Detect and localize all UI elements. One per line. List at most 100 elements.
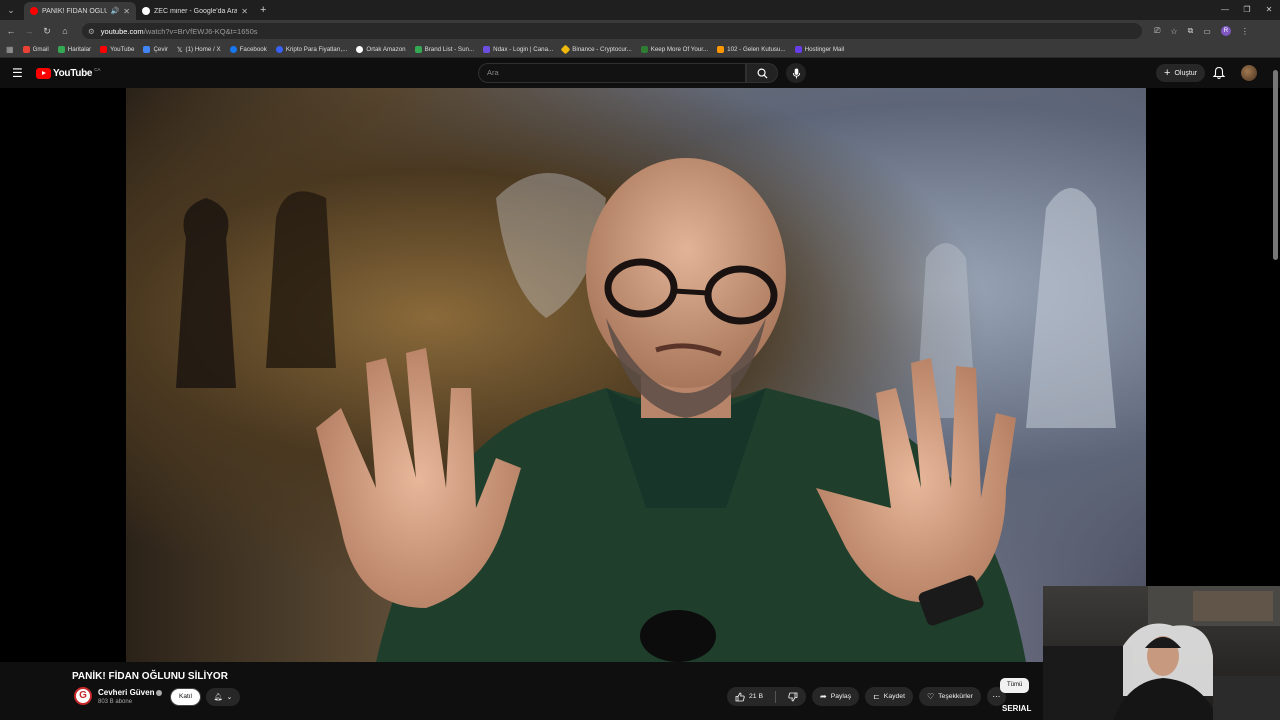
minimize-icon[interactable]: — xyxy=(1214,0,1236,20)
dislike-button[interactable] xyxy=(780,687,806,706)
maps-icon xyxy=(57,46,65,53)
bookmark-label: Çevir xyxy=(153,46,168,53)
hamburger-menu-icon[interactable]: ☰ xyxy=(12,66,26,80)
browser-toolbar: ← → ↻ ⌂ ⚙ youtube.com/watch?v=BrVfEWJ6-K… xyxy=(0,20,1280,42)
bookmark-label: (1) Home / X xyxy=(185,46,221,53)
plus-icon: + xyxy=(1164,67,1171,79)
site-info-icon[interactable]: ⚙ xyxy=(88,27,95,36)
create-button[interactable]: + Oluştur xyxy=(1156,64,1205,82)
bookmark-brand-list[interactable]: Brand List - Sun... xyxy=(414,46,474,53)
subscription-notifications-button[interactable]: 🔔︎ ⌄ xyxy=(206,688,240,706)
country-code: CA xyxy=(94,67,101,72)
forward-icon[interactable]: → xyxy=(20,26,38,36)
bookmark-hostinger[interactable]: Hostinger Mail xyxy=(794,46,844,53)
join-button[interactable]: Katıl xyxy=(170,688,202,706)
bookmark-translate[interactable]: Çevir xyxy=(143,46,168,53)
translate-icon xyxy=(143,46,151,53)
thumbs-down-icon xyxy=(788,692,798,701)
like-dislike-group: 21 B xyxy=(727,687,806,706)
back-icon[interactable]: ← xyxy=(2,26,20,36)
voice-search-button[interactable] xyxy=(786,63,806,83)
youtube-masthead: ☰ YouTube CA Ara + Oluştur xyxy=(0,58,1280,88)
bookmark-youtube[interactable]: YouTube xyxy=(100,46,134,53)
notifications-bell-icon[interactable] xyxy=(1212,66,1226,80)
home-icon[interactable]: ⌂ xyxy=(56,26,74,36)
close-tab-icon[interactable]: ✕ xyxy=(241,7,248,16)
address-bar[interactable]: ⚙ youtube.com/watch?v=BrVfEWJ6-KQ&t=1650… xyxy=(82,23,1142,39)
restore-icon[interactable]: ❐ xyxy=(1236,0,1258,20)
bookmark-ndax[interactable]: Ndax - Login | Cana... xyxy=(483,46,553,53)
video-content-image xyxy=(176,158,1116,662)
bookmark-facebook[interactable]: Facebook xyxy=(229,46,267,53)
bookmark-x[interactable]: 𝕏 (1) Home / X xyxy=(177,46,221,54)
next-video-title[interactable]: SERIAL xyxy=(1002,704,1031,713)
chip-all[interactable]: Tümü xyxy=(1000,678,1030,693)
bookmark-label: Haritalar xyxy=(67,46,92,53)
tab-search-button[interactable]: ⌄ xyxy=(2,1,20,19)
share-icon: ➦ xyxy=(819,692,827,701)
tab-youtube[interactable]: PANİK! FİDAN OĞLUNU Sİ... 🔊 ✕ xyxy=(24,2,136,20)
coinmarketcap-icon xyxy=(275,46,283,53)
mail-icon xyxy=(717,46,725,53)
browser-tab-strip: ⌄ PANİK! FİDAN OĞLUNU Sİ... 🔊 ✕ ZEC mine… xyxy=(0,0,1280,20)
gmail-icon xyxy=(22,46,30,53)
menu-icon[interactable]: ⋮ xyxy=(1241,27,1249,36)
bookmark-label: 102 - Gelen Kutusu... xyxy=(727,46,786,53)
like-button[interactable]: 21 B xyxy=(727,687,771,706)
tab-google[interactable]: ZEC miner - Google'da Ara ✕ xyxy=(136,2,254,20)
google-favicon-icon xyxy=(142,7,150,15)
globe-icon xyxy=(356,46,364,53)
save-label: Kaydet xyxy=(883,693,905,700)
bookmark-icon: ⊏ xyxy=(873,692,880,701)
channel-name[interactable]: Cevheri Güven xyxy=(98,688,163,697)
bookmark-crypto[interactable]: Kripto Para Fiyatları,... xyxy=(275,46,348,53)
create-label: Oluştur xyxy=(1174,69,1197,77)
reload-icon[interactable]: ↻ xyxy=(38,26,56,37)
bookmark-binance[interactable]: Binance - Cryptocur... xyxy=(560,44,632,55)
extensions-icon[interactable]: ⧉ xyxy=(1188,26,1194,36)
profile-avatar[interactable]: R xyxy=(1220,26,1231,36)
webcam-overlay xyxy=(1043,586,1280,720)
apps-icon[interactable]: ▦ xyxy=(6,45,14,54)
bookmark-label: Kripto Para Fiyatları,... xyxy=(285,46,348,53)
video-frame[interactable] xyxy=(126,88,1146,662)
channel-avatar[interactable]: G xyxy=(74,687,92,705)
new-tab-icon[interactable]: + xyxy=(260,4,266,16)
cast-icon[interactable]: ▭ xyxy=(1203,27,1211,36)
page-scrollbar-thumb[interactable] xyxy=(1273,70,1278,260)
bookmark-amazon[interactable]: Ortak Amazon xyxy=(356,46,406,53)
share-button[interactable]: ➦ Paylaş xyxy=(811,687,860,706)
youtube-wordmark: YouTube xyxy=(53,67,93,79)
chevron-down-icon: ⌄ xyxy=(226,694,233,701)
bookmark-keep-more[interactable]: Keep More Of Your... xyxy=(640,46,709,53)
close-tab-icon[interactable]: ✕ xyxy=(123,7,130,16)
subscriber-count: 803 B abone xyxy=(98,699,133,705)
url-host: youtube.com xyxy=(100,26,144,36)
verified-badge-icon xyxy=(156,689,163,696)
youtube-logo[interactable]: YouTube CA xyxy=(36,67,101,79)
bookmark-label: Facebook xyxy=(239,46,267,53)
bookmark-inbox[interactable]: 102 - Gelen Kutusu... xyxy=(717,46,786,53)
bookmark-label: Gmail xyxy=(32,46,49,53)
video-player[interactable] xyxy=(0,88,1280,662)
search-button[interactable] xyxy=(746,63,778,83)
search-icon xyxy=(757,68,768,79)
bookmark-gmail[interactable]: Gmail xyxy=(22,46,49,53)
save-button[interactable]: ⊏ Kaydet xyxy=(865,687,913,706)
thanks-button[interactable]: ♡ Teşekkürler xyxy=(918,687,981,706)
audio-icon[interactable]: 🔊 xyxy=(111,7,120,15)
close-window-icon[interactable]: ✕ xyxy=(1258,0,1280,20)
ndax-icon xyxy=(483,46,491,53)
x-icon: 𝕏 xyxy=(176,46,183,54)
bookmark-label: Ndax - Login | Cana... xyxy=(493,46,554,53)
search-input[interactable]: Ara xyxy=(478,63,746,83)
sheets-icon xyxy=(414,46,422,53)
account-avatar[interactable] xyxy=(1241,65,1257,81)
youtube-icon xyxy=(100,46,108,53)
thanks-label: Teşekkürler xyxy=(938,693,973,700)
bookmark-maps[interactable]: Haritalar xyxy=(57,46,92,53)
bookmark-label: Keep More Of Your... xyxy=(650,46,709,53)
window-controls: — ❐ ✕ xyxy=(1214,0,1280,20)
bookmark-star-icon[interactable]: ☆ xyxy=(1170,27,1177,36)
install-icon[interactable]: ⎚ xyxy=(1154,26,1160,36)
